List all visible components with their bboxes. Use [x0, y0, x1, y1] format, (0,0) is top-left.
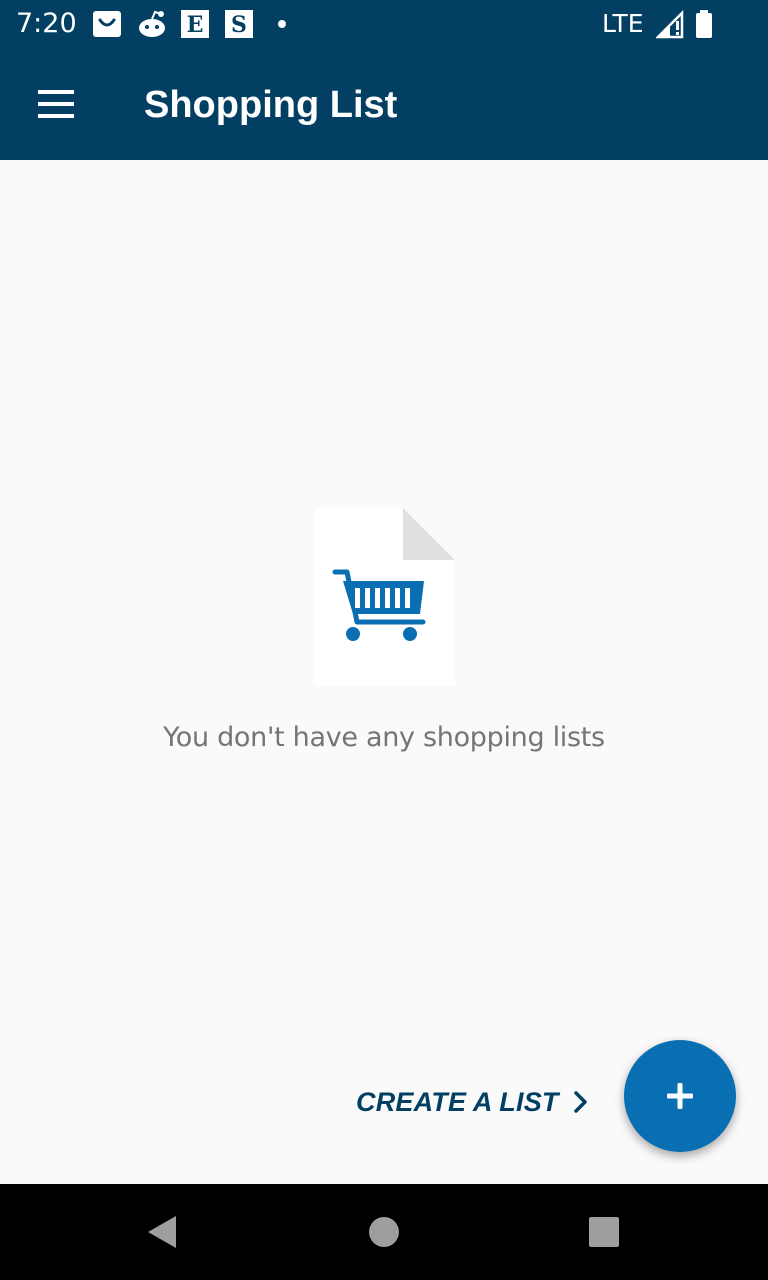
menu-button[interactable]: [20, 68, 92, 140]
chevron-right-icon: [573, 1091, 587, 1113]
plus-icon: [667, 1083, 693, 1109]
back-triangle-icon: [148, 1216, 176, 1248]
back-button[interactable]: [128, 1200, 192, 1264]
svg-text:E: E: [187, 12, 204, 38]
system-navigation-bar: [0, 1184, 768, 1280]
battery-icon: [694, 9, 724, 39]
signal-icon: [654, 9, 686, 39]
home-circle-icon: [369, 1217, 399, 1247]
dot-icon: [272, 9, 302, 39]
empty-list-illustration: [315, 508, 455, 686]
reddit-icon: [136, 9, 166, 39]
create-list-label: CREATE A LIST: [356, 1086, 559, 1117]
empty-state-message: You don't have any shopping lists: [163, 722, 605, 753]
add-list-button[interactable]: [624, 1040, 736, 1152]
svg-text:S: S: [231, 12, 247, 38]
app-bar: Shopping List: [0, 48, 768, 160]
main-content: You don't have any shopping lists CREATE…: [0, 160, 768, 1184]
recents-button[interactable]: [572, 1200, 636, 1264]
home-button[interactable]: [352, 1200, 416, 1264]
network-type: LTE: [602, 9, 644, 38]
status-time: 7:20: [16, 8, 77, 39]
status-bar: 7:20 E S LTE: [0, 0, 768, 48]
create-list-link[interactable]: CREATE A LIST: [356, 1082, 589, 1122]
page-title: Shopping List: [144, 84, 398, 126]
recents-square-icon: [589, 1217, 619, 1247]
etsy-icon: E: [180, 9, 210, 39]
shopping-bag-icon: [92, 9, 122, 39]
hamburger-menu-icon: [38, 90, 74, 118]
s-app-icon: S: [224, 9, 254, 39]
